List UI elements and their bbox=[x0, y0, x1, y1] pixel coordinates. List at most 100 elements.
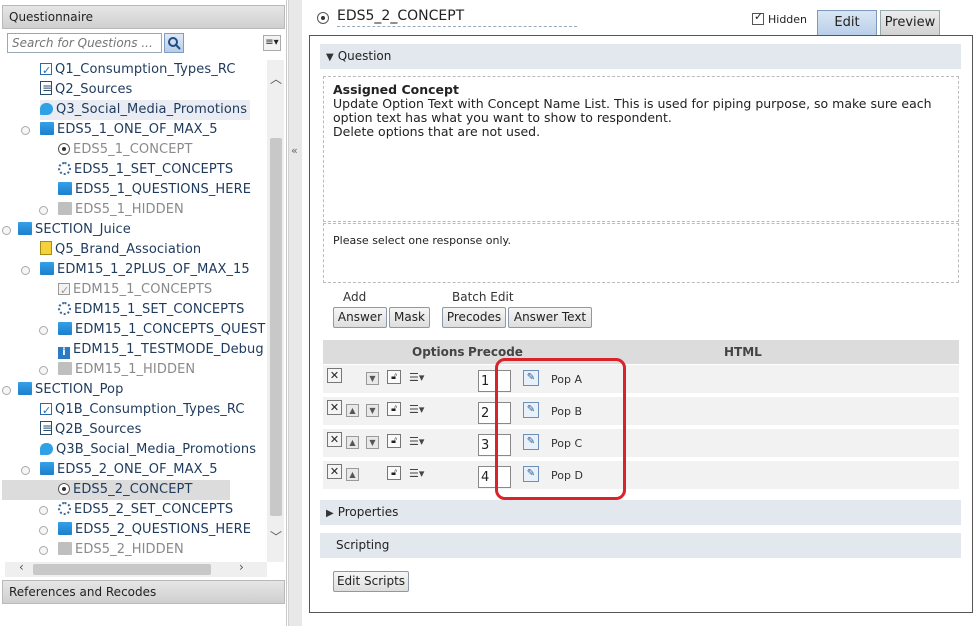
tree-item[interactable]: SECTION_Pop bbox=[18, 380, 123, 400]
questionnaire-panel: Questionnaire ≡▾ Q1_Consumption_Types_RC… bbox=[0, 0, 287, 626]
question-name-field[interactable]: EDS5_2_CONCEPT bbox=[337, 8, 577, 27]
tree-item[interactable]: EDS5_1_HIDDEN bbox=[58, 200, 184, 220]
folder-icon bbox=[58, 182, 72, 195]
tree-item[interactable]: Q1B_Consumption_Types_RC bbox=[40, 400, 245, 421]
tree-item[interactable]: EDS5_1_ONE_OF_MAX_5 bbox=[40, 120, 218, 140]
expander-icon[interactable] bbox=[39, 326, 48, 335]
question-section-header[interactable]: ▼ Question bbox=[320, 44, 961, 69]
tab-preview[interactable]: Preview bbox=[880, 10, 940, 35]
search-input[interactable] bbox=[7, 33, 162, 53]
assigned-text-line: Delete options that are not used. bbox=[333, 124, 541, 139]
expander-icon[interactable] bbox=[2, 226, 11, 235]
lock-icon[interactable]: 🔓︎ bbox=[387, 370, 401, 384]
options-menu-icon[interactable]: ☰▾ bbox=[409, 371, 424, 384]
scroll-left-icon[interactable]: ‹ bbox=[19, 560, 24, 574]
delete-icon[interactable]: ✕ bbox=[327, 368, 342, 383]
options-menu-icon[interactable]: ☰▾ bbox=[409, 435, 424, 448]
tree-item[interactable]: EDS5_2_SET_CONCEPTS bbox=[58, 500, 233, 520]
scroll-right-icon[interactable]: › bbox=[239, 560, 244, 574]
tree-item[interactable]: Q5_Brand_Association bbox=[40, 240, 201, 260]
options-menu-icon[interactable]: ☰▾ bbox=[409, 467, 424, 480]
answer-row: ✕ ▲ 🔓︎ ☰▾ 4 ✎ Pop D bbox=[323, 461, 959, 491]
options-menu-icon[interactable]: ☰▾ bbox=[409, 403, 424, 416]
tree-item-selected[interactable]: EDS5_2_CONCEPT bbox=[2, 480, 230, 500]
references-recodes-header[interactable]: References and Recodes bbox=[2, 580, 285, 604]
delete-icon[interactable]: ✕ bbox=[327, 432, 342, 447]
batch-precodes-button[interactable]: Precodes bbox=[442, 307, 506, 328]
instruction-box[interactable]: Please select one response only. bbox=[323, 223, 959, 283]
folder-icon bbox=[58, 322, 72, 335]
tree-item[interactable]: EDM15_1_SET_CONCEPTS bbox=[58, 300, 245, 320]
tree-item[interactable]: EDM15_1_CONCEPTS_QUEST bbox=[58, 320, 265, 340]
expander-icon[interactable] bbox=[2, 386, 11, 395]
expander-icon[interactable] bbox=[21, 466, 30, 475]
scroll-thumb[interactable] bbox=[270, 138, 282, 516]
tree-item[interactable]: SECTION_Juice bbox=[18, 220, 131, 240]
expander-icon[interactable] bbox=[39, 206, 48, 215]
add-answer-button[interactable]: Answer bbox=[333, 307, 387, 328]
lock-icon[interactable]: 🔓︎ bbox=[387, 402, 401, 416]
tree-item[interactable]: Q1_Consumption_Types_RC bbox=[40, 60, 236, 81]
batch-answer-text-button[interactable]: Answer Text bbox=[508, 307, 592, 328]
html-header: HTML bbox=[724, 345, 762, 359]
editor-header: EDS5_2_CONCEPT Hidden Edit Preview bbox=[302, 0, 980, 36]
tree-vertical-scrollbar[interactable]: ︿ ﹀ bbox=[267, 60, 284, 562]
tree-item[interactable]: EDS5_2_QUESTIONS_HERE bbox=[58, 520, 251, 540]
move-down-icon[interactable]: ▼ bbox=[366, 404, 379, 417]
tree-item[interactable]: EDM15_1_HIDDEN bbox=[58, 360, 195, 380]
expander-icon[interactable] bbox=[39, 506, 48, 515]
move-down-icon[interactable]: ▼ bbox=[366, 436, 379, 449]
tree-item[interactable]: Q2B_Sources bbox=[40, 418, 141, 440]
checkbox-icon bbox=[40, 401, 52, 421]
assigned-text-line: option text has what you want to show to… bbox=[333, 110, 672, 125]
tree-horizontal-scrollbar[interactable]: ‹ › bbox=[5, 560, 267, 577]
radio-icon bbox=[58, 483, 70, 495]
expander-icon[interactable] bbox=[39, 526, 48, 535]
tree-item[interactable]: Q3_Social_Media_Promotions bbox=[40, 100, 250, 120]
properties-section-header[interactable]: ▶ Properties bbox=[320, 500, 961, 525]
tree-item[interactable]: EDS5_2_ONE_OF_MAX_5 bbox=[40, 460, 218, 480]
folder-icon bbox=[40, 462, 54, 475]
expander-icon[interactable] bbox=[39, 546, 48, 555]
expander-icon[interactable] bbox=[21, 126, 30, 135]
move-down-icon[interactable]: ▼ bbox=[366, 372, 379, 385]
add-mask-button[interactable]: Mask bbox=[389, 307, 430, 328]
batch-edit-label: Batch Edit bbox=[452, 290, 514, 304]
folder-icon bbox=[40, 122, 54, 135]
scroll-up-icon[interactable]: ︿ bbox=[270, 70, 282, 87]
question-text-box[interactable]: Assigned Concept Update Option Text with… bbox=[323, 76, 959, 222]
lock-icon[interactable]: 🔓︎ bbox=[387, 434, 401, 448]
tree-item[interactable]: i EDM15_1_TESTMODE_Debug bbox=[58, 340, 264, 360]
scroll-down-icon[interactable]: ﹀ bbox=[270, 528, 282, 545]
search-row: ≡▾ bbox=[5, 33, 283, 55]
panel-splitter[interactable]: « bbox=[288, 0, 302, 626]
scroll-thumb[interactable] bbox=[33, 564, 211, 575]
tree-item[interactable]: EDS5_1_QUESTIONS_HERE bbox=[58, 180, 251, 200]
lock-icon[interactable]: 🔓︎ bbox=[387, 466, 401, 480]
tree-item[interactable]: Q3B_Social_Media_Promotions bbox=[40, 440, 256, 460]
tree-item[interactable]: EDM15_1_CONCEPTS bbox=[58, 280, 212, 301]
delete-icon[interactable]: ✕ bbox=[327, 400, 342, 415]
info-icon: i bbox=[58, 347, 70, 359]
hidden-checkbox[interactable] bbox=[752, 10, 764, 25]
tree-item[interactable]: Q2_Sources bbox=[40, 78, 132, 100]
move-up-icon[interactable]: ▲ bbox=[346, 404, 359, 417]
precode-header: Precode bbox=[468, 345, 523, 359]
tree-item[interactable]: EDS5_1_CONCEPT bbox=[58, 140, 193, 160]
tree-item[interactable]: EDM15_1_2PLUS_OF_MAX_15 bbox=[40, 260, 250, 280]
edit-scripts-button[interactable]: Edit Scripts bbox=[333, 571, 409, 592]
search-button[interactable] bbox=[164, 33, 184, 53]
tree-item[interactable]: EDS5_2_HIDDEN bbox=[58, 540, 184, 560]
expander-icon[interactable] bbox=[21, 266, 30, 275]
radio-icon bbox=[317, 12, 329, 24]
list-icon bbox=[40, 241, 52, 255]
tree-item[interactable]: EDS5_1_SET_CONCEPTS bbox=[58, 160, 233, 180]
scripting-section-header[interactable]: Scripting bbox=[320, 533, 961, 558]
collapse-icon[interactable]: « bbox=[291, 144, 298, 157]
expander-icon[interactable] bbox=[39, 366, 48, 375]
delete-icon[interactable]: ✕ bbox=[327, 464, 342, 479]
move-up-icon[interactable]: ▲ bbox=[346, 468, 359, 481]
move-up-icon[interactable]: ▲ bbox=[346, 436, 359, 449]
filter-menu-icon[interactable]: ≡▾ bbox=[263, 35, 281, 51]
tab-edit[interactable]: Edit bbox=[817, 10, 877, 35]
